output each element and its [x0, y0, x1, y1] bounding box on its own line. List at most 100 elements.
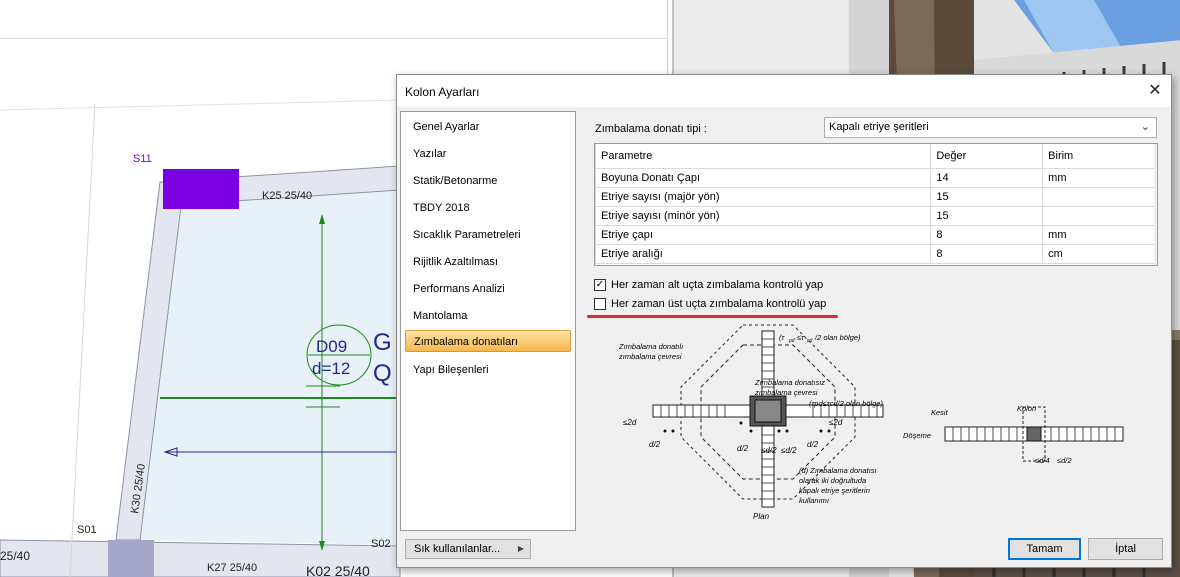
nav-item-sicaklik[interactable]: Sıcaklık Parametreleri [405, 224, 571, 246]
top-punching-checkbox[interactable]: Her zaman üst uçta zımbalama kontrolü ya… [594, 296, 874, 312]
fig-label: Döşeme [903, 431, 931, 440]
fig-label: ≤d/2 [1057, 456, 1072, 465]
table-header-row: Parametre Değer Birim [594, 144, 1157, 169]
frequently-used-label: Sık kullanılanlar... [414, 543, 501, 555]
nav-item-genel-ayarlar[interactable]: Genel Ayarlar [405, 116, 571, 138]
table-cell: Boyuna Donatı Çapı [594, 167, 932, 188]
table-cell-value[interactable]: 8 [930, 224, 1044, 245]
label-s01: S01 [77, 524, 97, 536]
label-k25: K25 25/40 [262, 190, 312, 202]
bottom-punching-label: Her zaman alt uçta zımbalama kontrolü ya… [611, 279, 824, 291]
table-cell [1042, 186, 1157, 207]
nav-item-yazilar[interactable]: Yazılar [405, 143, 571, 165]
fig-label: zımbalama çevresi [618, 352, 682, 361]
table-cell: cm [1042, 243, 1157, 264]
fig-label: kapalı etriye şeritlerin [799, 486, 870, 495]
fig-label: ≤τ [797, 333, 805, 342]
fig-label: kullanımı [799, 496, 829, 505]
label-k02: K02 25/40 [306, 563, 370, 577]
ok-button[interactable]: Tamam [1008, 538, 1081, 560]
label-k27: K27 25/40 [207, 562, 257, 574]
table-cell-value[interactable]: 15 [930, 186, 1044, 207]
fig-label: zımbalama çevresi [754, 388, 818, 397]
fig-label: (d) Zımbalama donatısı [799, 466, 877, 475]
column-header: Birim [1042, 144, 1157, 169]
nav-item-zimbalama-selected[interactable]: Zımbalama donatıları [405, 330, 571, 352]
settings-nav-list: Genel Ayarlar Yazılar Statik/Betonarme T… [400, 111, 576, 531]
fig-label: ≤d/2 [781, 446, 797, 455]
grid-line [69, 103, 96, 577]
label-s11: S11 [133, 153, 152, 165]
frequently-used-button[interactable]: Sık kullanılanlar... ▶ [405, 539, 531, 559]
column-header: Değer [930, 144, 1044, 169]
fig-label: ≤2d [829, 418, 843, 427]
column-core-section [1026, 426, 1042, 442]
column-header: Parametre [594, 144, 932, 169]
fig-label: (τpd≤τcd/2 olan bölge) [809, 399, 883, 408]
table-row: Boyuna Donatı Çapı 14 mm [594, 167, 1157, 188]
column-s01[interactable] [108, 540, 154, 577]
parameter-table: Parametre Değer Birim Boyuna Donatı Çapı… [594, 143, 1158, 266]
triangle-right-icon: ▶ [517, 544, 524, 553]
fig-label: cd [807, 338, 813, 344]
fig-label: Plan [753, 512, 770, 521]
fig-label: ≤d/4 [1035, 456, 1050, 465]
column-s11[interactable] [163, 169, 239, 209]
nav-item-tbdy-2018[interactable]: TBDY 2018 [405, 197, 571, 219]
checkbox-unchecked-icon[interactable] [594, 298, 606, 310]
red-highlight-underline [587, 315, 838, 318]
bottom-punching-checkbox[interactable]: ✓ Her zaman alt uçta zımbalama kontrolü … [594, 277, 874, 293]
table-row: Etriye çapı 8 mm [594, 224, 1157, 245]
grid-line [0, 99, 401, 111]
fig-label: olarak iki doğrultuda [799, 476, 866, 485]
fig-label: d/2 [737, 444, 749, 453]
punching-reinforcement-figure: Zımbalama donatılı zımbalama çevresi Zım… [618, 324, 1124, 521]
table-row: Etriye sayısı (minör yön) 15 [594, 205, 1157, 226]
table-row: Etriye aralığı 8 cm [594, 243, 1157, 264]
punching-type-select[interactable]: Kapalı etriye şeritleri ⌄ [824, 117, 1157, 138]
table-cell-value[interactable]: 8 [930, 243, 1044, 264]
top-punching-label: Her zaman üst uçta zımbalama kontrolü ya… [611, 298, 827, 310]
slab-area [140, 190, 400, 545]
table-row: Etriye sayısı (majör yön) 15 [594, 186, 1157, 207]
fig-label: d/2 [807, 440, 819, 449]
table-cell: Etriye sayısı (majör yön) [594, 186, 932, 207]
table-cell [1042, 205, 1157, 226]
fig-label: Kolon [1017, 404, 1036, 413]
table-cell: Etriye çapı [594, 224, 932, 245]
label-left-beam: 25/40 [0, 549, 30, 563]
slab-load-q: Q [373, 360, 392, 387]
nav-item-statik-betonarme[interactable]: Statik/Betonarme [405, 170, 571, 192]
nav-item-yapi-bilesenleri[interactable]: Yapı Bileşenleri [405, 359, 571, 381]
slab-thickness: d=12 [312, 359, 350, 378]
chevron-down-icon: ⌄ [1140, 121, 1150, 133]
nav-item-mantolama[interactable]: Mantolama [405, 305, 571, 327]
cancel-button[interactable]: İptal [1088, 538, 1163, 560]
fig-label: pd [788, 338, 795, 344]
nav-item-performans[interactable]: Performans Analizi [405, 278, 571, 300]
punching-type-label: Zımbalama donatı tipi : [595, 123, 707, 135]
table-cell-value[interactable]: 14 [930, 167, 1044, 188]
slab-load-g: G [373, 329, 392, 356]
table-cell: mm [1042, 167, 1157, 188]
fig-label: ≤d/2 [761, 446, 777, 455]
fig-label: ≤2d [623, 418, 637, 427]
table-scroll-edge [1154, 144, 1157, 265]
kolon-ayarlari-dialog: Kolon Ayarları ✕ Genel Ayarlar Yazılar S… [396, 74, 1172, 568]
checkbox-checked-icon[interactable]: ✓ [594, 279, 606, 291]
fig-label: Zımbalama donatılı [618, 342, 683, 351]
close-icon[interactable]: ✕ [1143, 79, 1167, 103]
column-core [754, 399, 782, 423]
table-cell-value[interactable]: 15 [930, 205, 1044, 226]
table-cell: mm [1042, 224, 1157, 245]
punching-type-value: Kapalı etriye şeritleri [829, 121, 929, 133]
dialog-titlebar[interactable]: Kolon Ayarları ✕ [397, 75, 1171, 107]
nav-item-rijitlik[interactable]: Rijitlik Azaltılması [405, 251, 571, 273]
fig-label: /2 olan bölge) [814, 333, 861, 342]
fig-label: (τ [779, 333, 785, 342]
label-s02: S02 [371, 538, 391, 550]
dialog-title: Kolon Ayarları [405, 85, 480, 99]
table-cell: Etriye aralığı [594, 243, 932, 264]
slab-name: D09 [316, 337, 347, 356]
fig-label: Kesit [931, 408, 949, 417]
